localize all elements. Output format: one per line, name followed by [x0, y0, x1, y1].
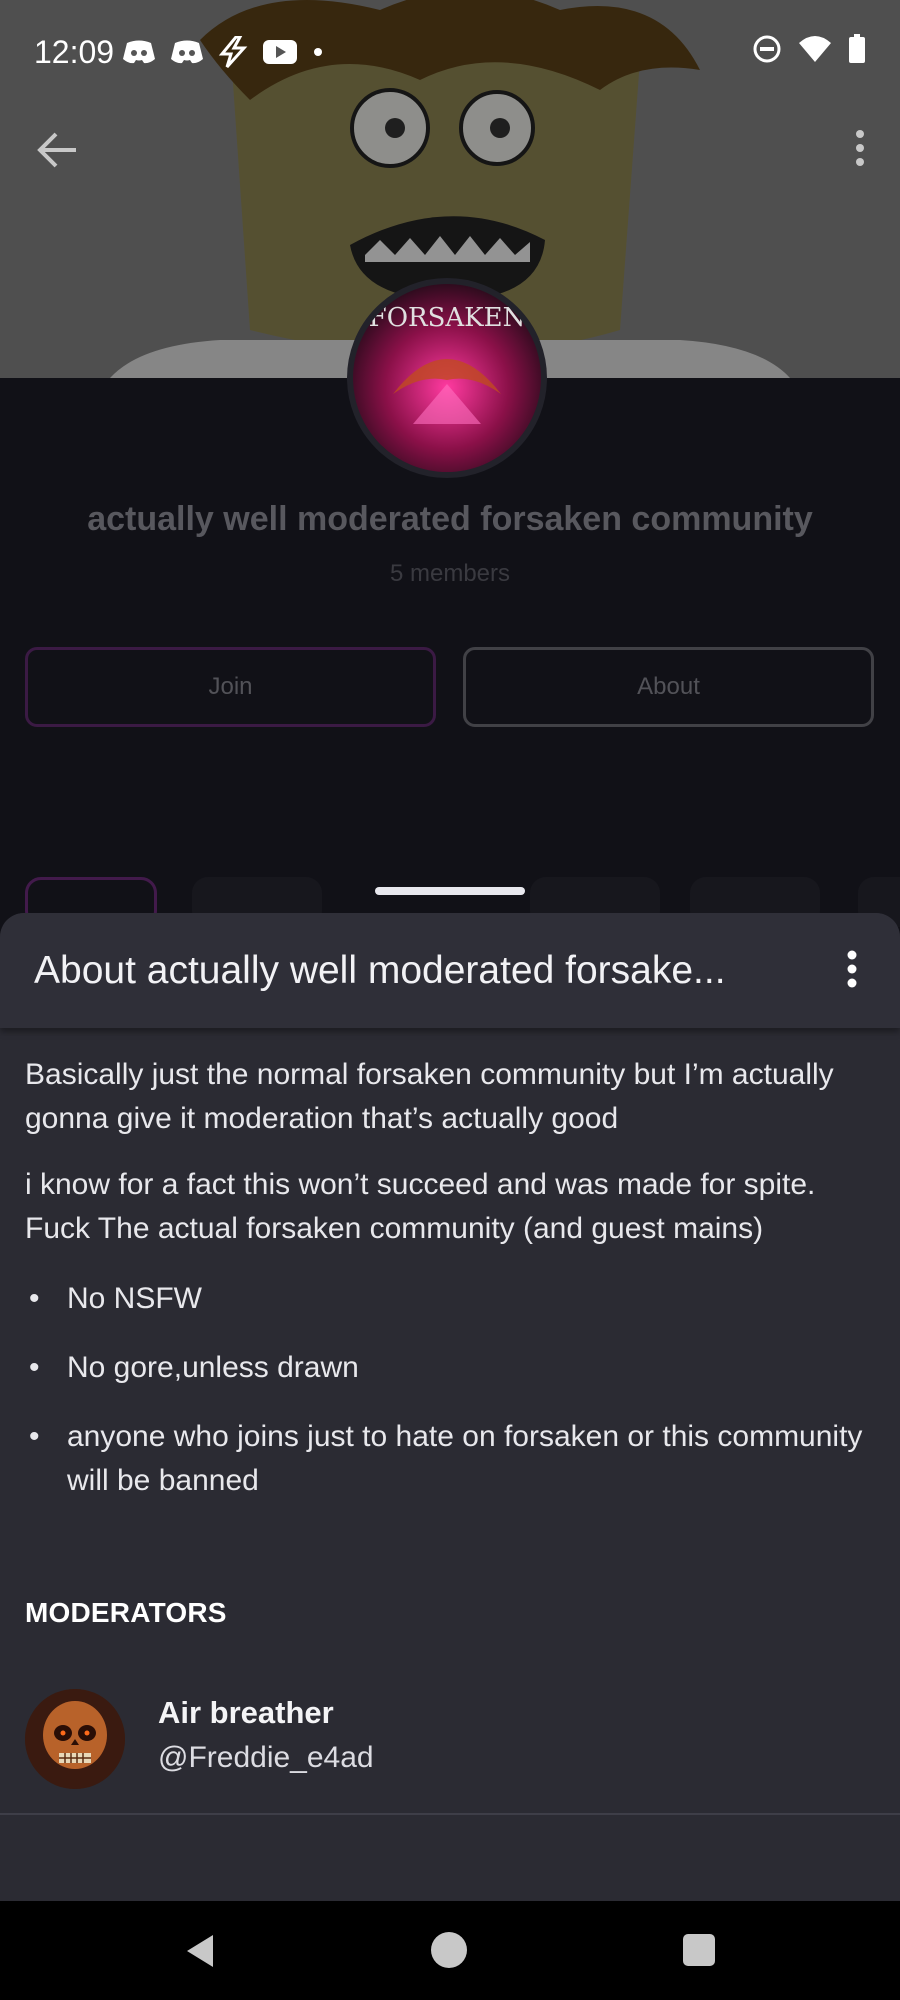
discord-icon	[123, 40, 155, 64]
avatar	[25, 1689, 125, 1789]
moderator-handle: @Freddie_e4ad	[158, 1741, 374, 1774]
about-description: Basically just the normal forsaken commu…	[25, 1053, 875, 1528]
about-button[interactable]: About	[463, 647, 874, 727]
community-avatar-art: FORSAKEN	[353, 284, 541, 472]
back-button[interactable]	[34, 130, 82, 170]
sheet-header: About actually well moderated forsake...	[0, 913, 900, 1028]
bullet-icon: •	[29, 1420, 40, 1453]
youtube-icon	[263, 40, 297, 64]
overflow-menu-button[interactable]	[840, 126, 880, 170]
join-button[interactable]: Join	[25, 647, 436, 727]
nav-back-button[interactable]	[183, 1933, 217, 1974]
rule-item: • No NSFW	[25, 1277, 875, 1321]
divider	[0, 1813, 900, 1815]
moderators-heading: MODERATORS	[25, 1597, 227, 1628]
battery-icon	[849, 34, 865, 63]
about-sheet: About actually well moderated forsake...…	[0, 913, 900, 1901]
svg-text:FORSAKEN: FORSAKEN	[369, 303, 526, 333]
lightning-icon	[218, 36, 248, 68]
notification-dot-icon	[314, 48, 322, 56]
nav-recents-button[interactable]	[683, 1934, 715, 1966]
triangle-back-icon	[187, 1935, 213, 1967]
description-paragraph: Basically just the normal forsaken commu…	[25, 1058, 834, 1135]
bullet-icon: •	[29, 1282, 40, 1315]
arrow-left-icon	[37, 132, 76, 168]
do-not-disturb-icon	[753, 35, 781, 63]
community-title: actually well moderated forsaken communi…	[87, 500, 813, 538]
nav-home-button[interactable]	[431, 1932, 467, 1968]
rule-text: No gore,unless drawn	[67, 1351, 359, 1384]
sheet-title: About actually well moderated forsake...	[34, 949, 726, 992]
wifi-icon	[799, 36, 831, 62]
member-count: 5 members	[389, 560, 511, 587]
rule-text: anyone who joins just to hate on forsake…	[67, 1420, 863, 1497]
sheet-more-button[interactable]	[834, 949, 870, 993]
discord-icon	[171, 40, 203, 64]
rule-item: • No gore,unless drawn	[25, 1346, 875, 1390]
status-bar: 12:09	[0, 0, 900, 105]
rule-item: • anyone who joins just to hate on forsak…	[25, 1415, 875, 1503]
top-nav	[0, 112, 900, 182]
community-avatar: FORSAKEN	[347, 278, 547, 478]
rule-text: No NSFW	[67, 1282, 202, 1315]
moderator-row[interactable]: Air breather @Freddie_e4ad	[25, 1689, 875, 1789]
notification-icons	[122, 34, 324, 70]
moderator-name: Air breather	[158, 1695, 334, 1730]
skull-avatar-image	[25, 1689, 125, 1789]
description-paragraph: i know for a fact this won’t succeed and…	[25, 1168, 816, 1245]
status-time: 12:09	[34, 34, 115, 70]
rules-list: • No NSFW • No gore,unless drawn • anyone w…	[25, 1277, 875, 1503]
bullet-icon: •	[29, 1351, 40, 1384]
system-icons	[752, 34, 866, 64]
system-nav-bar	[0, 1901, 900, 2000]
more-vertical-icon	[847, 950, 857, 988]
sheet-drag-handle[interactable]	[375, 887, 525, 895]
more-vertical-icon	[856, 130, 864, 166]
